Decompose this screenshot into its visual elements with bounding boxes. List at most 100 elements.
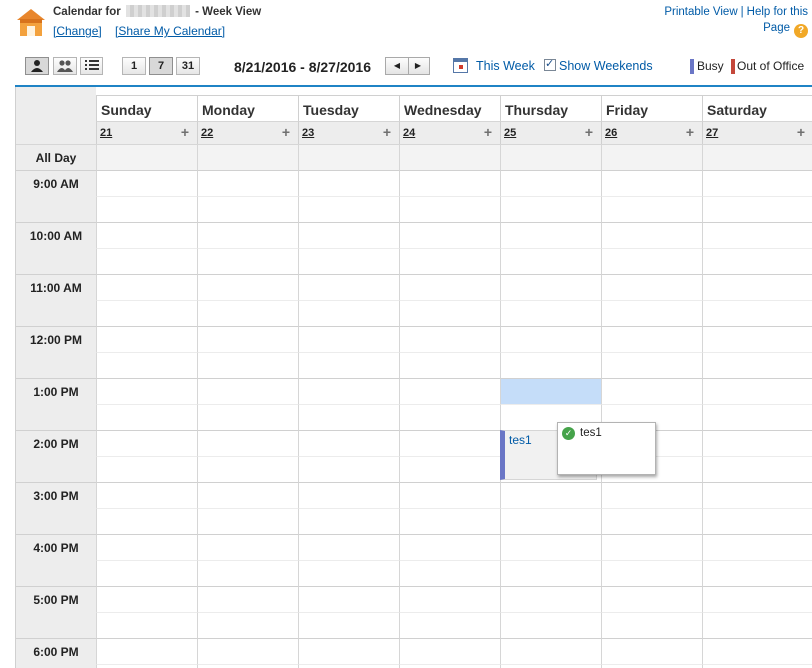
previous-week-button[interactable]: ◀ — [386, 58, 409, 74]
time-slot[interactable] — [197, 664, 298, 668]
time-slot[interactable] — [298, 534, 399, 560]
time-slot[interactable] — [601, 326, 702, 352]
time-slot[interactable] — [197, 560, 298, 586]
time-slot[interactable] — [702, 300, 812, 326]
time-slot[interactable] — [96, 378, 197, 404]
time-slot[interactable] — [96, 560, 197, 586]
time-slot[interactable] — [500, 560, 601, 586]
day-number-link[interactable]: 25 — [504, 127, 516, 139]
month-view-button[interactable]: 31 — [176, 57, 200, 75]
time-slot[interactable] — [500, 638, 601, 664]
time-slot[interactable] — [500, 274, 601, 300]
day-number-link[interactable]: 24 — [403, 127, 415, 139]
time-slot[interactable] — [399, 300, 500, 326]
time-slot[interactable] — [399, 534, 500, 560]
day-number-link[interactable]: 27 — [706, 127, 718, 139]
time-slot[interactable] — [197, 196, 298, 222]
time-slot[interactable] — [601, 534, 702, 560]
add-event-icon[interactable]: + — [797, 124, 805, 140]
add-event-icon[interactable]: + — [484, 124, 492, 140]
time-slot[interactable] — [96, 456, 197, 482]
popup-event-title[interactable]: tes1 — [580, 427, 602, 439]
add-event-icon[interactable]: + — [282, 124, 290, 140]
single-user-view-button[interactable] — [25, 57, 49, 75]
time-slot[interactable] — [500, 170, 601, 196]
time-slot[interactable] — [399, 196, 500, 222]
time-slot[interactable] — [702, 456, 812, 482]
time-slot[interactable] — [500, 378, 601, 404]
time-slot[interactable] — [500, 326, 601, 352]
time-slot[interactable] — [399, 404, 500, 430]
time-slot[interactable] — [96, 612, 197, 638]
time-slot[interactable] — [500, 482, 601, 508]
calendar-today-icon[interactable] — [453, 58, 468, 73]
help-icon[interactable]: ? — [794, 24, 808, 38]
time-slot[interactable] — [197, 326, 298, 352]
time-slot[interactable] — [500, 352, 601, 378]
this-week-link[interactable]: This Week — [476, 59, 535, 73]
time-slot[interactable] — [298, 352, 399, 378]
day-number-link[interactable]: 21 — [100, 127, 112, 139]
time-slot[interactable] — [399, 274, 500, 300]
list-view-button[interactable] — [80, 57, 103, 75]
time-slot[interactable] — [96, 248, 197, 274]
time-slot[interactable] — [702, 352, 812, 378]
time-slot[interactable] — [702, 586, 812, 612]
time-slot[interactable] — [298, 560, 399, 586]
time-slot[interactable] — [298, 612, 399, 638]
time-slot[interactable] — [500, 300, 601, 326]
time-slot[interactable] — [399, 326, 500, 352]
time-slot[interactable] — [197, 404, 298, 430]
time-slot[interactable] — [96, 222, 197, 248]
time-slot[interactable] — [298, 586, 399, 612]
event-title[interactable]: tes1 — [509, 433, 532, 447]
time-slot[interactable] — [601, 248, 702, 274]
time-slot[interactable] — [702, 612, 812, 638]
time-slot[interactable] — [96, 430, 197, 456]
day-number-link[interactable]: 23 — [302, 127, 314, 139]
time-slot[interactable] — [298, 430, 399, 456]
time-slot[interactable] — [500, 222, 601, 248]
time-slot[interactable] — [96, 586, 197, 612]
time-slot[interactable] — [298, 378, 399, 404]
time-slot[interactable] — [298, 508, 399, 534]
time-slot[interactable] — [702, 482, 812, 508]
time-slot[interactable] — [702, 534, 812, 560]
add-event-icon[interactable]: + — [686, 124, 694, 140]
time-slot[interactable] — [197, 482, 298, 508]
time-slot[interactable] — [298, 404, 399, 430]
time-slot[interactable] — [96, 482, 197, 508]
time-slot[interactable] — [96, 274, 197, 300]
time-slot[interactable] — [601, 222, 702, 248]
day-number-link[interactable]: 22 — [201, 127, 213, 139]
time-slot[interactable] — [197, 274, 298, 300]
time-slot[interactable] — [601, 612, 702, 638]
all-day-cell[interactable] — [298, 144, 399, 170]
time-slot[interactable] — [500, 196, 601, 222]
time-slot[interactable] — [399, 586, 500, 612]
time-slot[interactable] — [197, 508, 298, 534]
time-slot[interactable] — [197, 378, 298, 404]
time-slot[interactable] — [399, 352, 500, 378]
all-day-cell[interactable] — [399, 144, 500, 170]
time-slot[interactable] — [601, 638, 702, 664]
time-slot[interactable] — [399, 560, 500, 586]
time-slot[interactable] — [197, 222, 298, 248]
time-slot[interactable] — [96, 300, 197, 326]
change-link[interactable]: [Change] — [53, 24, 102, 38]
time-slot[interactable] — [399, 378, 500, 404]
time-slot[interactable] — [298, 222, 399, 248]
time-slot[interactable] — [702, 638, 812, 664]
time-slot[interactable] — [500, 508, 601, 534]
time-slot[interactable] — [702, 248, 812, 274]
add-event-icon[interactable]: + — [383, 124, 391, 140]
day-number-link[interactable]: 26 — [605, 127, 617, 139]
time-slot[interactable] — [702, 664, 812, 668]
share-calendar-link[interactable]: [Share My Calendar] — [115, 24, 225, 38]
show-weekends-checkbox[interactable] — [544, 57, 556, 71]
time-slot[interactable] — [197, 170, 298, 196]
time-slot[interactable] — [702, 196, 812, 222]
time-slot[interactable] — [96, 534, 197, 560]
time-slot[interactable] — [298, 638, 399, 664]
time-slot[interactable] — [702, 326, 812, 352]
